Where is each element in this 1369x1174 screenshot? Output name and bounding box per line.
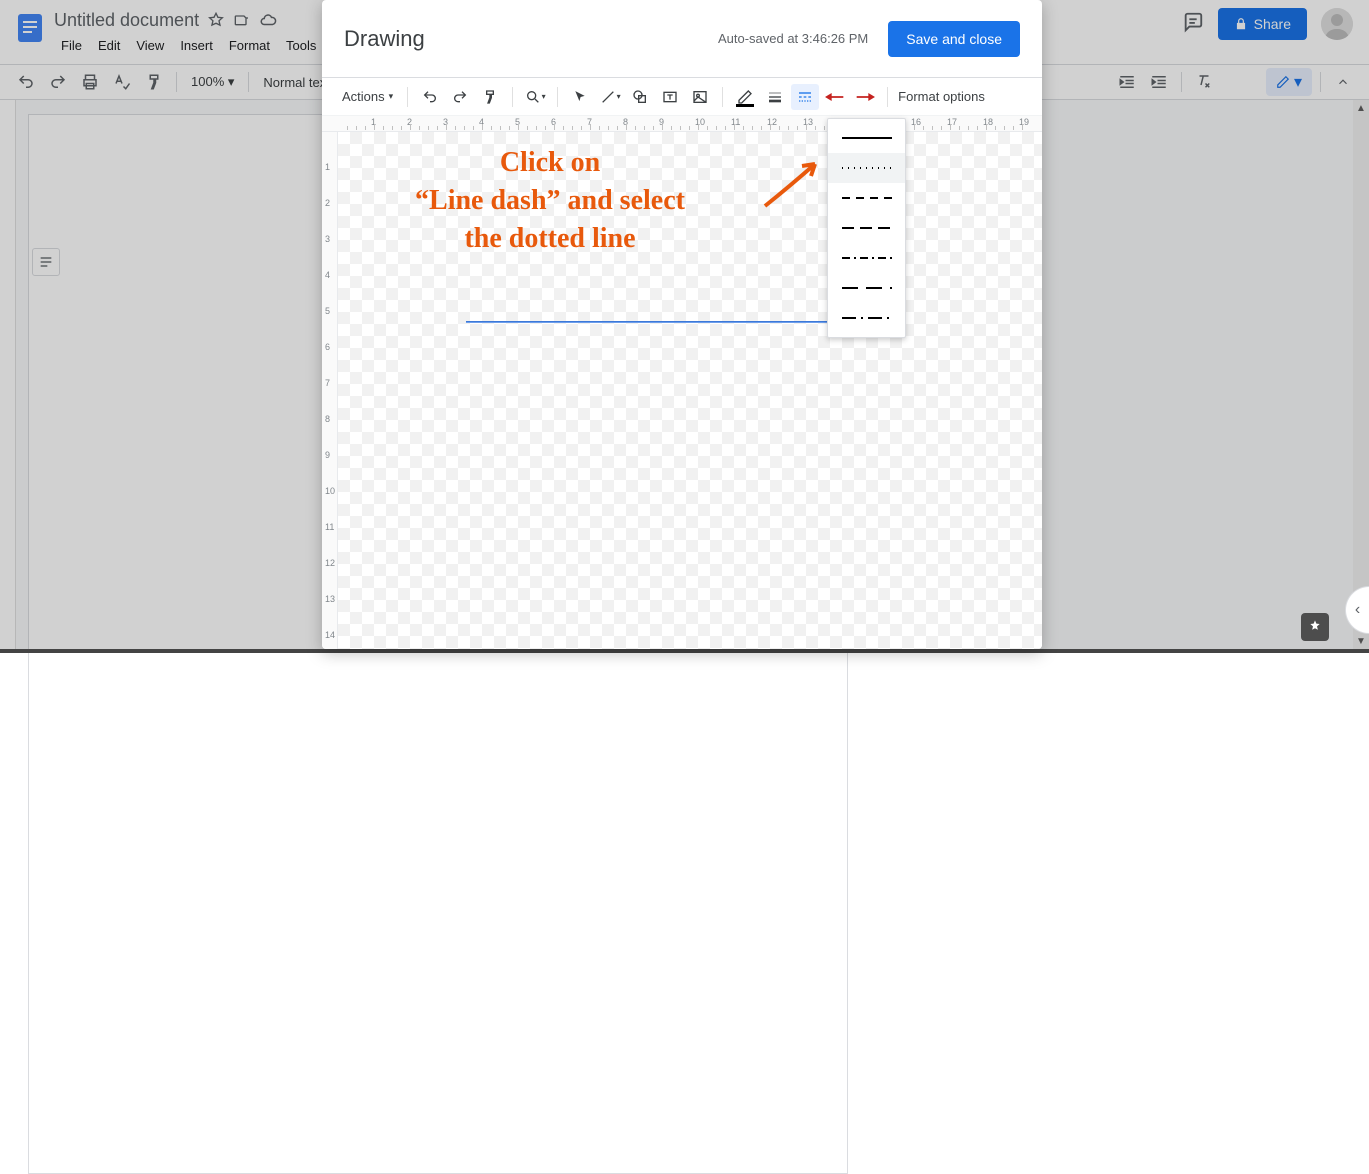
format-options-button[interactable]: Format options xyxy=(896,85,987,108)
bottom-border xyxy=(0,649,1369,653)
line-dash-icon[interactable] xyxy=(791,84,819,110)
image-tool-icon[interactable] xyxy=(686,84,714,110)
drawing-canvas[interactable] xyxy=(338,132,1042,649)
line-dash-option-long-dash-dot[interactable] xyxy=(828,303,905,333)
separator xyxy=(887,87,888,107)
line-dash-option-solid[interactable] xyxy=(828,123,905,153)
line-dash-dropdown xyxy=(827,118,906,338)
save-and-close-button[interactable]: Save and close xyxy=(888,21,1020,57)
line-tool-icon[interactable]: ▾ xyxy=(596,84,624,110)
redo-icon[interactable] xyxy=(446,84,474,110)
textbox-tool-icon[interactable] xyxy=(656,84,684,110)
line-dash-option-dotted[interactable] xyxy=(828,153,905,183)
autosave-status: Auto-saved at 3:46:26 PM xyxy=(718,31,868,46)
separator xyxy=(722,87,723,107)
actions-menu[interactable]: Actions▾ xyxy=(336,85,399,108)
line-dash-option-dash-dot[interactable] xyxy=(828,243,905,273)
line-dash-option-long-dash[interactable] xyxy=(828,213,905,243)
line-dash-option-dash[interactable] xyxy=(828,183,905,213)
paint-format-icon[interactable] xyxy=(476,84,504,110)
explore-button[interactable] xyxy=(1301,613,1329,641)
line-dash-option-long-dash-long[interactable] xyxy=(828,273,905,303)
drawing-toolbar: Actions▾ ▾ ▾ Format options xyxy=(322,78,1042,116)
line-weight-icon[interactable] xyxy=(761,84,789,110)
drawing-modal-title: Drawing xyxy=(344,26,425,52)
line-start-icon[interactable] xyxy=(821,84,849,110)
zoom-icon[interactable]: ▾ xyxy=(521,84,549,110)
undo-icon[interactable] xyxy=(416,84,444,110)
separator xyxy=(407,87,408,107)
separator xyxy=(512,87,513,107)
drawing-ruler-horizontal: 12345678910111213141516171819 xyxy=(322,116,1042,132)
shape-tool-icon[interactable] xyxy=(626,84,654,110)
drawn-line-object[interactable] xyxy=(466,321,866,323)
drawing-canvas-wrap: 1234567891011121314 xyxy=(322,132,1042,649)
drawing-ruler-vertical: 1234567891011121314 xyxy=(322,132,338,649)
drawing-modal: Drawing Auto-saved at 3:46:26 PM Save an… xyxy=(322,0,1042,649)
select-tool-icon[interactable] xyxy=(566,84,594,110)
line-end-icon[interactable] xyxy=(851,84,879,110)
drawing-modal-header: Drawing Auto-saved at 3:46:26 PM Save an… xyxy=(322,0,1042,78)
line-color-icon[interactable] xyxy=(731,84,759,110)
separator xyxy=(557,87,558,107)
